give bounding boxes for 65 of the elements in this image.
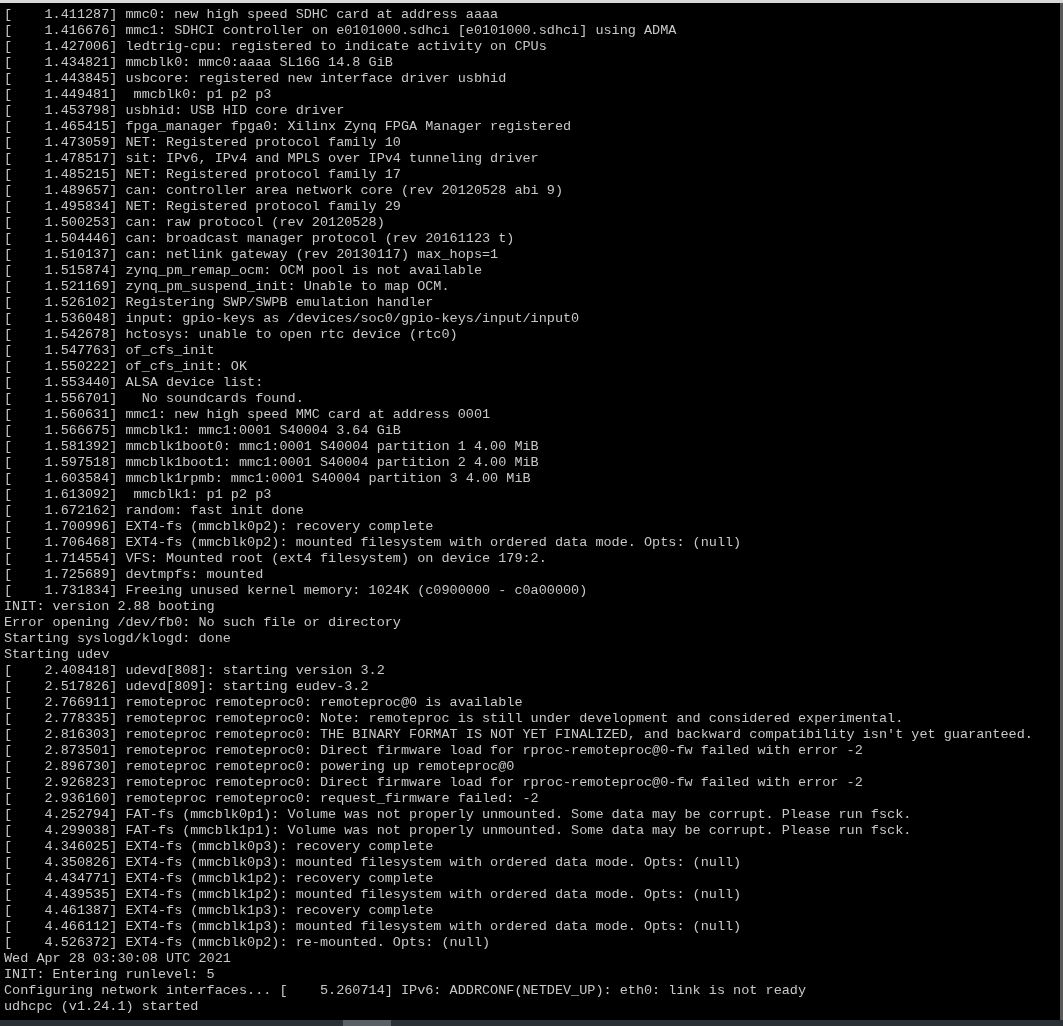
log-line: [ 1.504446] can: broadcast manager protocol (rev 20161123 t) [4,231,515,247]
log-line: [ 1.453798] usbhid: USB HID core driver [4,103,345,119]
log-line: [ 1.500253] can: raw protocol (rev 20120528) [4,215,385,231]
log-line: [ 2.816303] remoteproc remoteproc0: THE BINARY FORMAT IS NOT YET FINALIZED, and backward compatibility isn't yet guaranteed. [4,727,1033,743]
log-line: [ 4.466112] EXT4-fs (mmcblk1p3): mounted filesystem with ordered data mode. Opts: (null) [4,919,742,935]
log-line: [ 1.478517] sit: IPv6, IPv4 and MPLS over IPv4 tunneling driver [4,151,539,167]
log-line: [ 1.495834] NET: Registered protocol family 29 [4,199,401,215]
log-line: udhcpc (v1.24.1) started [4,999,199,1015]
log-line: [ 4.461387] EXT4-fs (mmcblk1p3): recovery complete [4,903,434,919]
log-line: [ 1.556701] No soundcards found. [4,391,304,407]
log-line: [ 4.439535] EXT4-fs (mmcblk1p2): mounted filesystem with ordered data mode. Opts: (null) [4,887,742,903]
log-line: [ 2.926823] remoteproc remoteproc0: Direct firmware load for rproc-remoteproc@0-fw failed with error -2 [4,775,863,791]
log-line: [ 2.408418] udevd[808]: starting version 3.2 [4,663,385,679]
log-line: [ 1.603584] mmcblk1rpmb: mmc1:0001 S40004 partition 3 4.00 MiB [4,471,531,487]
log-line: Configuring network interfaces... [ 5.260714] IPv6: ADDRCONF(NETDEV_UP): eth0: link is not ready [4,983,807,999]
log-line: [ 1.725689] devtmpfs: mounted [4,567,264,583]
scrollbar-thumb[interactable] [343,1020,391,1026]
log-line: [ 1.427006] ledtrig-cpu: registered to indicate activity on CPUs [4,39,547,55]
log-line: [ 2.896730] remoteproc remoteproc0: powering up remoteproc@0 [4,759,515,775]
log-line: [ 1.542678] hctosys: unable to open rtc device (rtc0) [4,327,458,343]
log-line: [ 1.411287] mmc0: new high speed SDHC card at address aaaa [4,7,499,23]
log-line: [ 1.489657] can: controller area network core (rev 20120528 abi 9) [4,183,563,199]
log-line: [ 2.778335] remoteproc remoteproc0: Note: remoteproc is still under development and considered experimental. [4,711,904,727]
log-line: [ 1.526102] Registering SWP/SWPB emulation handler [4,295,434,311]
log-line: [ 1.465415] fpga_manager fpga0: Xilinx Zynq FPGA Manager registered [4,119,572,135]
log-line: [ 1.536048] input: gpio-keys as /devices/soc0/gpio-keys/input/input0 [4,311,580,327]
log-line: INIT: Entering runlevel: 5 [4,967,215,983]
log-line: [ 4.346025] EXT4-fs (mmcblk0p3): recovery complete [4,839,434,855]
log-line: [ 1.434821] mmcblk0: mmc0:aaaa SL16G 14.8 GiB [4,55,393,71]
log-line: Starting syslogd/klogd: done [4,631,231,647]
log-line: [ 1.443845] usbcore: registered new interface driver usbhid [4,71,507,87]
log-line: [ 1.731834] Freeing unused kernel memory: 1024K (c0900000 - c0a00000) [4,583,588,599]
log-line: [ 2.873501] remoteproc remoteproc0: Direct firmware load for rproc-remoteproc@0-fw failed with error -2 [4,743,863,759]
horizontal-scrollbar[interactable] [0,1020,1063,1026]
log-line: [ 2.936160] remoteproc remoteproc0: request_firmware failed: -2 [4,791,539,807]
log-line: [ 1.416676] mmc1: SDHCI controller on e0101000.sdhci [e0101000.sdhci] using ADMA [4,23,677,39]
log-line: [ 1.473059] NET: Registered protocol family 10 [4,135,401,151]
log-line: [ 1.449481] mmcblk0: p1 p2 p3 [4,87,272,103]
log-line: [ 2.766911] remoteproc remoteproc0: remoteproc@0 is available [4,695,523,711]
log-line: [ 4.252794] FAT-fs (mmcblk0p1): Volume was not properly unmounted. Some data may be corrupt. Please run fsck. [4,807,912,823]
log-line: [ 1.550222] of_cfs_init: OK [4,359,248,375]
log-line: Wed Apr 28 03:30:08 UTC 2021 [4,951,231,967]
log-line: Error opening /dev/fb0: No such file or directory [4,615,401,631]
log-line: [ 1.515874] zynq_pm_remap_ocm: OCM pool is not available [4,263,482,279]
log-line: [ 1.521169] zynq_pm_suspend_init: Unable to map OCM. [4,279,450,295]
log-line: [ 1.714554] VFS: Mounted root (ext4 filesystem) on device 179:2. [4,551,547,567]
log-line: [ 4.434771] EXT4-fs (mmcblk1p2): recovery complete [4,871,434,887]
log-line: [ 1.566675] mmcblk1: mmc1:0001 S40004 3.64 GiB [4,423,401,439]
log-line: [ 1.706468] EXT4-fs (mmcblk0p2): mounted filesystem with ordered data mode. Opts: (null) [4,535,742,551]
log-line: [ 1.485215] NET: Registered protocol family 17 [4,167,401,183]
log-line: [ 1.613092] mmcblk1: p1 p2 p3 [4,487,272,503]
log-line: [ 1.560631] mmc1: new high speed MMC card at address 0001 [4,407,491,423]
log-line: Starting udev [4,647,110,663]
log-line: [ 1.553440] ALSA device list: [4,375,264,391]
log-line: [ 4.350826] EXT4-fs (mmcblk0p3): mounted filesystem with ordered data mode. Opts: (null) [4,855,742,871]
log-line: [ 4.526372] EXT4-fs (mmcblk0p2): re-mounted. Opts: (null) [4,935,491,951]
log-line: [ 4.299038] FAT-fs (mmcblk1p1): Volume was not properly unmounted. Some data may be corrupt. Please run fsck. [4,823,912,839]
log-line: [ 1.547763] of_cfs_init [4,343,215,359]
log-line: [ 2.517826] udevd[809]: starting eudev-3.2 [4,679,369,695]
log-line: [ 1.700996] EXT4-fs (mmcblk0p2): recovery complete [4,519,434,535]
log-line: [ 1.672162] random: fast init done [4,503,304,519]
log-line: [ 1.581392] mmcblk1boot0: mmc1:0001 S40004 partition 1 4.00 MiB [4,439,539,455]
log-line: INIT: version 2.88 booting [4,599,215,615]
log-line: [ 1.597518] mmcblk1boot1: mmc1:0001 S40004 partition 2 4.00 MiB [4,455,539,471]
log-line: [ 1.510137] can: netlink gateway (rev 20130117) max_hops=1 [4,247,499,263]
